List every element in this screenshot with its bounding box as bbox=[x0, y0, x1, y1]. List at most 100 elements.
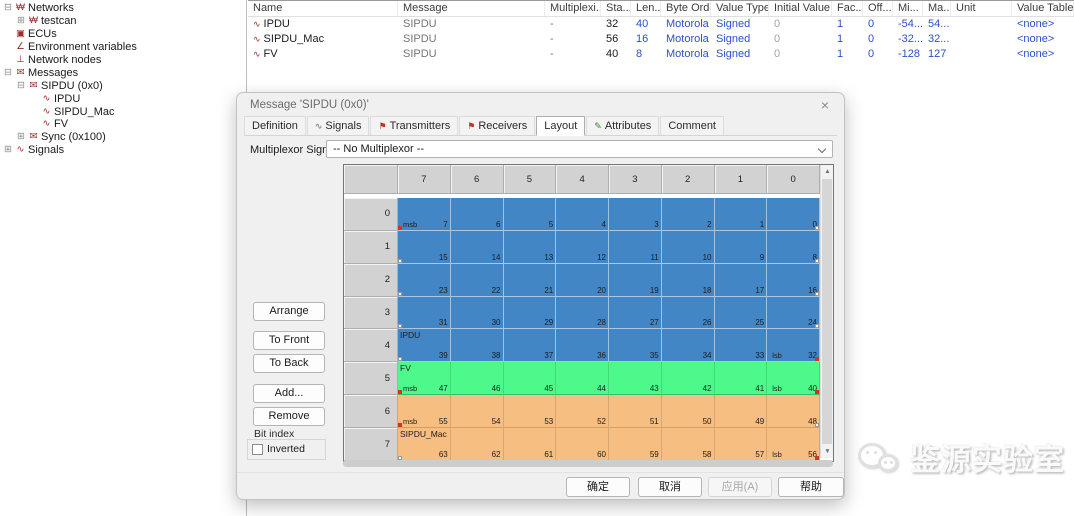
bit-cell-53[interactable]: 53 bbox=[504, 395, 557, 428]
bit-cell-41[interactable]: 41 bbox=[715, 362, 768, 395]
bit-cell-4[interactable]: 4 bbox=[556, 198, 609, 231]
bit-cell-56[interactable]: lsb56 bbox=[767, 428, 820, 461]
bit-cell-15[interactable]: 15 bbox=[398, 231, 451, 264]
bit-cell-9[interactable]: 9 bbox=[715, 231, 768, 264]
column-header-multiplexi[interactable]: Multiplexi... bbox=[545, 1, 601, 16]
tree-item-messages[interactable]: ⊟✉Messages bbox=[0, 66, 246, 79]
bit-cell-19[interactable]: 19 bbox=[609, 264, 662, 297]
bit-cell-33[interactable]: 33 bbox=[715, 329, 768, 362]
column-header-message[interactable]: Message bbox=[398, 1, 545, 16]
bit-cell-26[interactable]: 26 bbox=[662, 297, 715, 330]
column-header-unit[interactable]: Unit bbox=[951, 1, 1012, 16]
tree-item-testcan[interactable]: ⊞₩testcan bbox=[0, 15, 246, 28]
arrange-button[interactable]: Arrange bbox=[253, 302, 325, 321]
bit-cell-36[interactable]: 36 bbox=[556, 329, 609, 362]
bit-cell-47[interactable]: FVmsb47 bbox=[398, 362, 451, 395]
bit-cell-51[interactable]: 51 bbox=[609, 395, 662, 428]
bit-cell-34[interactable]: 34 bbox=[662, 329, 715, 362]
tree-item-network-nodes[interactable]: ⊥Network nodes bbox=[0, 54, 246, 67]
bit-cell-20[interactable]: 20 bbox=[556, 264, 609, 297]
tree-item-fv[interactable]: ∿FV bbox=[0, 118, 246, 131]
bit-cell-63[interactable]: SIPDU_Mac63 bbox=[398, 428, 451, 461]
ok-button[interactable]: 确定 bbox=[566, 477, 630, 497]
tab-signals[interactable]: ∿Signals bbox=[307, 116, 370, 135]
bit-cell-12[interactable]: 12 bbox=[556, 231, 609, 264]
tab-receivers[interactable]: ⚑Receivers bbox=[459, 116, 535, 135]
column-header-value-table[interactable]: Value Table bbox=[1012, 1, 1074, 16]
bit-cell-10[interactable]: 10 bbox=[662, 231, 715, 264]
bit-cell-0[interactable]: 0 bbox=[767, 198, 820, 231]
tab-layout[interactable]: Layout bbox=[536, 116, 585, 136]
scroll-up-icon[interactable]: ▲ bbox=[821, 165, 834, 178]
column-header-len[interactable]: Len... bbox=[631, 1, 661, 16]
column-header-fac[interactable]: Fac... bbox=[832, 1, 863, 16]
bit-cell-43[interactable]: 43 bbox=[609, 362, 662, 395]
inverted-checkbox[interactable] bbox=[252, 444, 263, 455]
bit-cell-38[interactable]: 38 bbox=[451, 329, 504, 362]
dialog-close-button[interactable]: × bbox=[816, 96, 834, 114]
bit-cell-23[interactable]: 23 bbox=[398, 264, 451, 297]
tree-item-sipdu-0x0[interactable]: ⊟✉SIPDU (0x0) bbox=[0, 79, 246, 92]
bit-cell-46[interactable]: 46 bbox=[451, 362, 504, 395]
tree-item-sipdu-mac[interactable]: ∿SIPDU_Mac bbox=[0, 105, 246, 118]
tab-definition[interactable]: Definition bbox=[244, 116, 306, 135]
bit-cell-2[interactable]: 2 bbox=[662, 198, 715, 231]
bit-cell-59[interactable]: 59 bbox=[609, 428, 662, 461]
bit-cell-58[interactable]: 58 bbox=[662, 428, 715, 461]
tab-attributes[interactable]: ✎Attributes bbox=[586, 116, 659, 135]
bit-cell-39[interactable]: IPDU39 bbox=[398, 329, 451, 362]
bit-cell-1[interactable]: 1 bbox=[715, 198, 768, 231]
scrollbar-thumb[interactable] bbox=[822, 179, 832, 444]
to-front-button[interactable]: To Front bbox=[253, 331, 325, 350]
bit-cell-28[interactable]: 28 bbox=[556, 297, 609, 330]
bit-cell-57[interactable]: 57 bbox=[715, 428, 768, 461]
bit-cell-11[interactable]: 11 bbox=[609, 231, 662, 264]
tree-item-ecus[interactable]: ▣ECUs bbox=[0, 28, 246, 41]
bit-cell-31[interactable]: 31 bbox=[398, 297, 451, 330]
tree-item-ipdu[interactable]: ∿IPDU bbox=[0, 92, 246, 105]
expander-icon[interactable]: ⊟ bbox=[2, 2, 14, 14]
scrollbar-thumb[interactable] bbox=[343, 460, 833, 467]
bit-cell-6[interactable]: 6 bbox=[451, 198, 504, 231]
bit-cell-32[interactable]: lsb32 bbox=[767, 329, 820, 362]
bit-cell-45[interactable]: 45 bbox=[504, 362, 557, 395]
table-row-ipdu[interactable]: ∿IPDUSIPDU-3240MotorolaSigned010-54...54… bbox=[248, 17, 1074, 32]
table-row-fv[interactable]: ∿FVSIPDU-408MotorolaSigned010-128127<non… bbox=[248, 47, 1074, 62]
tree-item-networks[interactable]: ⊟₩Networks bbox=[0, 2, 246, 15]
bit-cell-29[interactable]: 29 bbox=[504, 297, 557, 330]
expander-icon[interactable]: ⊞ bbox=[15, 131, 27, 143]
expander-icon[interactable]: ⊟ bbox=[15, 80, 27, 92]
tab-comment[interactable]: Comment bbox=[660, 116, 724, 135]
expander-icon[interactable]: ⊟ bbox=[2, 67, 14, 79]
bit-cell-21[interactable]: 21 bbox=[504, 264, 557, 297]
bit-cell-40[interactable]: lsb40 bbox=[767, 362, 820, 395]
expander-icon[interactable]: ⊞ bbox=[2, 144, 14, 156]
bit-cell-22[interactable]: 22 bbox=[451, 264, 504, 297]
expander-icon[interactable]: ⊞ bbox=[15, 15, 27, 27]
bit-cell-55[interactable]: msb55 bbox=[398, 395, 451, 428]
bit-cell-62[interactable]: 62 bbox=[451, 428, 504, 461]
tree-item-sync-0x100[interactable]: ⊞✉Sync (0x100) bbox=[0, 131, 246, 144]
add-button[interactable]: Add... bbox=[253, 384, 325, 403]
column-header-value-type[interactable]: Value Type bbox=[711, 1, 769, 16]
bit-cell-44[interactable]: 44 bbox=[556, 362, 609, 395]
to-back-button[interactable]: To Back bbox=[253, 354, 325, 373]
tab-transmitters[interactable]: ⚑Transmitters bbox=[370, 116, 458, 135]
column-header-mi[interactable]: Mi... bbox=[893, 1, 923, 16]
bit-cell-13[interactable]: 13 bbox=[504, 231, 557, 264]
bit-cell-60[interactable]: 60 bbox=[556, 428, 609, 461]
grid-vertical-scrollbar[interactable]: ▲ ▼ bbox=[820, 165, 833, 458]
scroll-down-icon[interactable]: ▼ bbox=[821, 445, 834, 458]
bit-cell-49[interactable]: 49 bbox=[715, 395, 768, 428]
bit-cell-25[interactable]: 25 bbox=[715, 297, 768, 330]
tree-item-environment-variables[interactable]: ∠Environment variables bbox=[0, 41, 246, 54]
bit-cell-3[interactable]: 3 bbox=[609, 198, 662, 231]
bit-cell-42[interactable]: 42 bbox=[662, 362, 715, 395]
bit-cell-17[interactable]: 17 bbox=[715, 264, 768, 297]
column-header-sta[interactable]: Sta... bbox=[601, 1, 631, 16]
bit-cell-18[interactable]: 18 bbox=[662, 264, 715, 297]
grid-horizontal-scrollbar[interactable] bbox=[343, 460, 833, 467]
column-header-byte-order[interactable]: Byte Order bbox=[661, 1, 711, 16]
tree-item-signals[interactable]: ⊞∿Signals bbox=[0, 144, 246, 157]
bit-cell-52[interactable]: 52 bbox=[556, 395, 609, 428]
